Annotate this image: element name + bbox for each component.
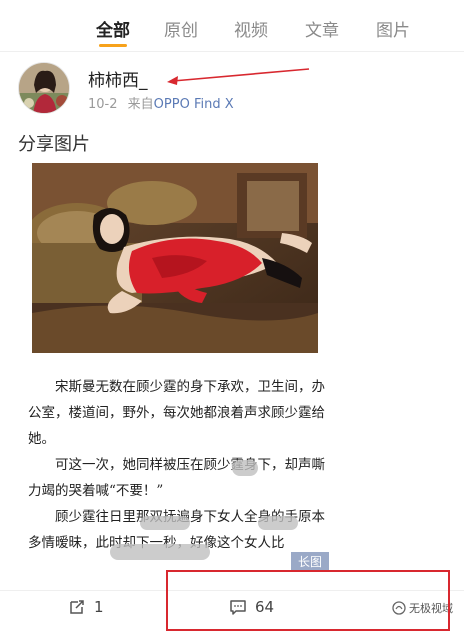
redaction-smudge [110,544,210,560]
username[interactable]: 柿柿西_ [88,66,148,91]
post-image[interactable] [32,163,318,353]
active-tab-indicator [99,44,127,47]
source-prefix: 来自 [127,97,154,112]
redaction-smudge [140,516,190,530]
avatar[interactable] [18,62,70,114]
redaction-smudge [232,460,258,476]
article-paragraph: 宋斯曼无数在顾少霆的身下承欢，卫生间，办公室，楼道间，野外，每次她都浪着声求顾少… [28,379,325,447]
repost-icon [70,600,84,614]
avatar-photo-icon [19,63,69,113]
post-date: 10-2 [88,97,118,112]
post-title: 分享图片 [18,134,90,155]
repost-button[interactable]: 1 [68,598,104,616]
tab-video[interactable]: 视频 [234,16,268,41]
tab-article[interactable]: 文章 [305,16,339,41]
article-paragraph: 可这一次，她同样被压在顾少霆身下，却声嘶力竭的哭着喊“不要！” [28,457,325,499]
photo-woman-red-dress-icon [32,163,318,353]
tab-original[interactable]: 原创 [164,16,198,41]
post-meta: 10-2 来自OPPO Find X [88,93,234,112]
feed-tabs: 全部 原创 视频 文章 图片 [0,0,464,52]
annotation-highlight-box [166,570,450,631]
tab-image[interactable]: 图片 [376,16,410,41]
repost-count: 1 [94,598,104,616]
tab-all[interactable]: 全部 [96,16,130,41]
annotation-arrow-icon [167,68,310,85]
redaction-smudge [258,516,298,530]
header-divider [0,51,464,52]
long-image-badge: 长图 [291,552,329,572]
post-source[interactable]: OPPO Find X [154,97,234,112]
